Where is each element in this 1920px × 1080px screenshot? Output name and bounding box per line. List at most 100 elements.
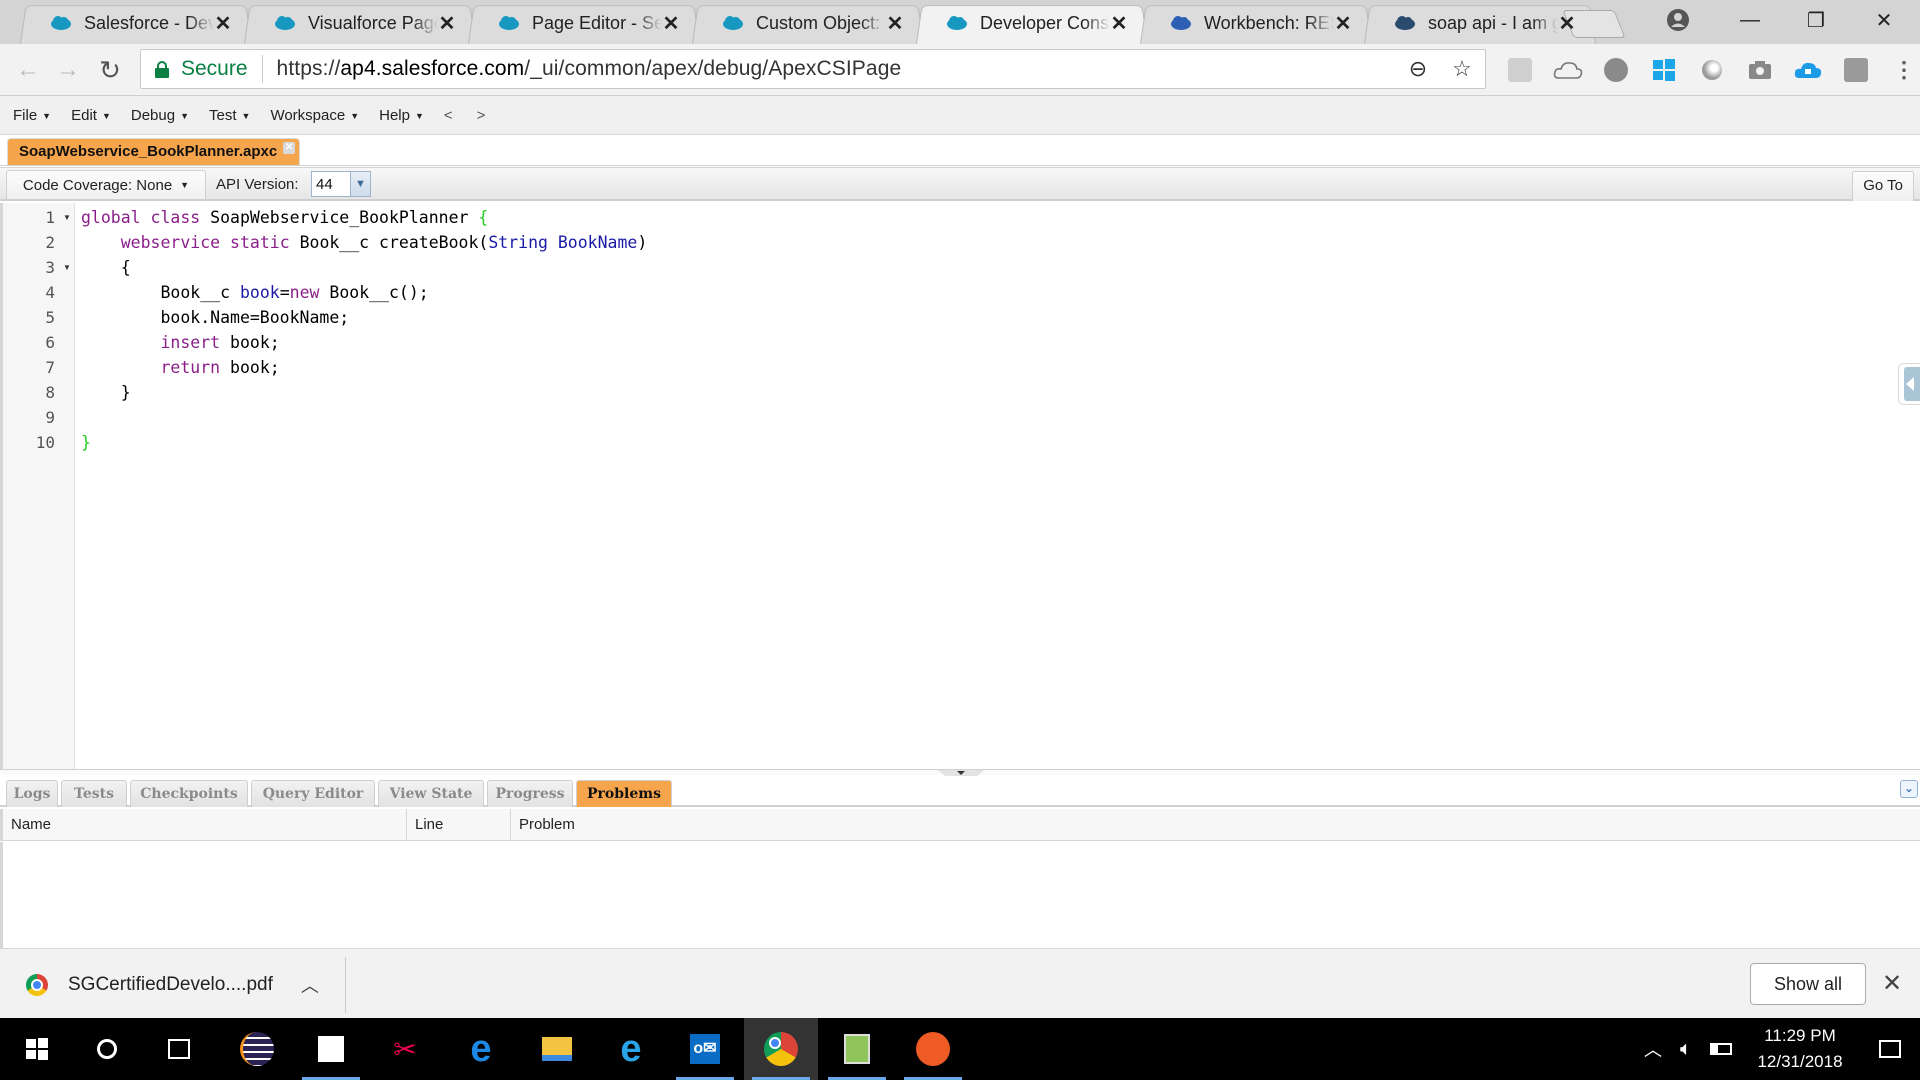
minimize-button[interactable]: —	[1722, 0, 1778, 40]
close-tab-icon[interactable]: ✕	[438, 11, 456, 36]
salesforce-cloud-icon	[499, 16, 519, 30]
snipping-tool-icon[interactable]: ✂	[368, 1018, 442, 1080]
close-tab-icon[interactable]: ✕	[886, 11, 904, 36]
caret-down-icon: ▼	[101, 110, 111, 121]
menu-help[interactable]: Help ▼	[379, 107, 424, 124]
code-coverage-dropdown[interactable]: Code Coverage: None ▼	[6, 170, 206, 200]
column-header-line[interactable]: Line	[407, 809, 511, 841]
collapse-panel-icon[interactable]: ⌄	[1900, 780, 1918, 798]
action-center-icon[interactable]	[1860, 1040, 1920, 1058]
panel-tab-view-state[interactable]: View State	[378, 780, 484, 807]
browser-tab[interactable]: Visualforce Page: ✕	[244, 2, 476, 44]
code-editor[interactable]: 1 ▼ 2 3 ▼ 4 5 6 7 8 9 10 global class SoapWebservic…	[0, 203, 1920, 769]
panel-tab-problems[interactable]: Problems	[576, 780, 672, 807]
close-file-tab-icon[interactable]: ✕	[283, 142, 296, 154]
close-tab-icon[interactable]: ✕	[1110, 11, 1128, 36]
chevron-down-icon[interactable]: ▼	[350, 172, 370, 196]
close-download-shelf-icon[interactable]: ✕	[1882, 969, 1902, 998]
panel-tab-progress[interactable]: Progress	[487, 780, 573, 807]
cloud-icon[interactable]	[1544, 52, 1592, 88]
circle-icon[interactable]	[1688, 52, 1736, 88]
sticky-notes-icon[interactable]	[294, 1018, 368, 1080]
url-text[interactable]: https://ap4.salesforce.com/_ui/common/ap…	[263, 57, 902, 81]
chevron-up-icon[interactable]: ︿	[301, 972, 319, 998]
notepadplusplus-icon[interactable]	[820, 1018, 894, 1080]
show-hidden-icons-icon[interactable]: ︿	[1644, 1036, 1662, 1062]
windows-icon[interactable]	[1640, 52, 1688, 88]
goto-button[interactable]: Go To	[1852, 171, 1914, 201]
window-close-button[interactable]: ✕	[1856, 0, 1912, 40]
column-header-problem[interactable]: Problem	[511, 809, 1920, 841]
code-line[interactable]: Book__c book=new Book__c();	[81, 280, 428, 305]
close-tab-icon[interactable]: ✕	[1558, 11, 1576, 36]
reload-button[interactable]: ↻	[94, 54, 126, 86]
browser-tab[interactable]: Workbench: REST✕	[1140, 2, 1372, 44]
splitter-grip-icon[interactable]	[938, 770, 984, 776]
code-line[interactable]: webservice static Book__c createBook(Str…	[81, 230, 648, 255]
forward-button[interactable]: →	[52, 54, 84, 86]
caret-down-icon: ▼	[180, 180, 190, 190]
close-tab-icon[interactable]: ✕	[662, 11, 680, 36]
browser-tab[interactable]: Page Editor - Session✕	[468, 2, 700, 44]
panel-tab-logs[interactable]: Logs	[6, 780, 58, 807]
address-bar[interactable]: Secure https://ap4.salesforce.com/_ui/co…	[140, 49, 1486, 89]
code-line[interactable]: book.Name=BookName;	[81, 305, 349, 330]
chrome-icon[interactable]	[744, 1018, 818, 1080]
postman-icon[interactable]	[896, 1018, 970, 1080]
download-item[interactable]: SGCertifiedDevelo....pdf ︿	[26, 965, 319, 1005]
fold-toggle-icon[interactable]: ▼	[63, 263, 71, 272]
menu-test[interactable]: Test ▼	[209, 107, 250, 124]
bookmark-star-icon[interactable]: ☆	[1449, 56, 1475, 82]
zoom-out-icon[interactable]: ⊖	[1405, 56, 1431, 82]
task-view-icon[interactable]	[142, 1018, 216, 1080]
inspector-icon[interactable]	[1496, 52, 1544, 88]
fold-toggle-icon[interactable]: ▼	[63, 213, 71, 222]
code-line[interactable]: global class SoapWebservice_BookPlanner …	[81, 205, 488, 230]
panel-tab-checkpoints[interactable]: Checkpoints	[130, 780, 248, 807]
browser-tab[interactable]: Developer Console✕	[916, 2, 1148, 44]
menu-debug[interactable]: Debug ▼	[131, 107, 189, 124]
code-line[interactable]: }	[81, 380, 131, 405]
menu-edit[interactable]: Edit ▼	[71, 107, 111, 124]
menu-file[interactable]: File ▼	[13, 107, 51, 124]
outlook-icon[interactable]: o✉	[668, 1018, 742, 1080]
dev-c-icon[interactable]	[1592, 52, 1640, 88]
panel-splitter[interactable]	[0, 769, 1920, 776]
profile-icon[interactable]	[1664, 6, 1692, 34]
code-line[interactable]: return book;	[81, 355, 279, 380]
url-scheme: https://	[276, 57, 341, 80]
cortana-icon[interactable]	[70, 1018, 144, 1080]
edge-icon[interactable]: e	[444, 1018, 518, 1080]
browser-tab[interactable]: Salesforce - Developer Edition✕	[20, 2, 252, 44]
api-version-select[interactable]: 44 ▼	[311, 171, 371, 197]
volume-icon[interactable]: 🔈︎	[1680, 1038, 1692, 1061]
forcecom-icon[interactable]	[1832, 52, 1880, 88]
file-explorer-icon[interactable]	[520, 1018, 594, 1080]
eclipse-icon[interactable]	[220, 1018, 294, 1080]
nav-back-button[interactable]: <	[444, 107, 453, 124]
column-header-name[interactable]: Name	[3, 809, 407, 841]
system-clock[interactable]: 11:29 PM 12/31/2018	[1740, 1023, 1860, 1075]
close-tab-icon[interactable]: ✕	[214, 11, 232, 36]
cloud-lock-icon[interactable]	[1784, 52, 1832, 88]
close-tab-icon[interactable]: ✕	[1334, 11, 1352, 36]
start-icon[interactable]	[0, 1018, 74, 1080]
code-line[interactable]: }	[81, 430, 91, 455]
file-tab-active[interactable]: SoapWebservice_BookPlanner.apxc ✕	[7, 138, 301, 165]
browser-menu-icon[interactable]: ⋮	[1880, 52, 1920, 88]
panel-tab-query-editor[interactable]: Query Editor	[251, 780, 375, 807]
back-button[interactable]: ←	[12, 54, 44, 86]
internet-explorer-icon[interactable]: e	[594, 1018, 668, 1080]
panel-tab-tests[interactable]: Tests	[61, 780, 127, 807]
show-all-downloads-button[interactable]: Show all	[1750, 963, 1866, 1005]
menu-workspace[interactable]: Workspace ▼	[270, 107, 359, 124]
camera-icon[interactable]	[1736, 52, 1784, 88]
browser-tab[interactable]: soap api - I am getting✕	[1364, 2, 1596, 44]
nav-forward-button[interactable]: >	[477, 107, 486, 124]
battery-icon[interactable]	[1710, 1043, 1732, 1055]
browser-tab[interactable]: Custom Object: Book✕	[692, 2, 924, 44]
code-line[interactable]: insert book;	[81, 330, 279, 355]
code-line[interactable]: {	[81, 255, 131, 280]
restore-button[interactable]: ❐	[1788, 0, 1844, 40]
side-panel-toggle[interactable]	[1898, 363, 1920, 405]
